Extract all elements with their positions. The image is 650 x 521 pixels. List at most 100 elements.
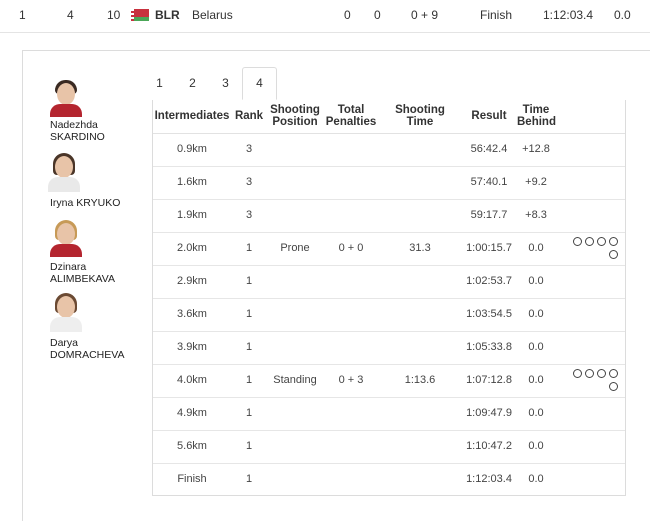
table-row: 4.0km 1 Standing 0 + 3 1:13.6 1:07:12.8 0.0 [153, 364, 625, 398]
result-cell: 1:07:12.8 [466, 374, 512, 386]
header-result: Result [471, 110, 507, 122]
status: Finish [480, 8, 513, 22]
athlete-name: Iryna KRYUKO [50, 197, 121, 209]
result-cell: 1:02:53.7 [466, 275, 512, 287]
header-rank: Rank [234, 110, 264, 122]
athlete-photo [48, 77, 84, 117]
time-behind-cell: 0.0 [528, 440, 544, 452]
team-summary-row[interactable]: 1 4 10 BLR Belarus 0 0 0 + 9 Finish 1:12… [0, 0, 650, 33]
shot-target-icon [609, 237, 618, 246]
intermediate-cell: 3.9km [177, 341, 207, 353]
tab-1[interactable]: 1 [143, 68, 176, 98]
intermediate-cell: Finish [177, 473, 207, 485]
shot-target-icon [585, 237, 594, 246]
shooting-time-cell: 31.3 [409, 242, 431, 254]
shot-target-icon [573, 369, 582, 378]
time-behind-cell: 0.0 [528, 341, 544, 353]
shot-targets [573, 237, 621, 261]
total-penalties-cell: 0 + 0 [338, 242, 364, 254]
tab-3[interactable]: 3 [209, 68, 242, 98]
shot-target-icon [597, 369, 606, 378]
shooting-position-cell: Prone [280, 242, 310, 254]
table-row: 5.6km 1 1:10:47.2 0.0 [153, 430, 625, 464]
table-row: 0.9km 3 56:42.4 +12.8 [153, 133, 625, 167]
shot-target-icon [609, 382, 618, 391]
rank-cell: 1 [245, 275, 253, 287]
result-cell: 56:42.4 [470, 143, 508, 155]
shooting-time-cell: 1:13.6 [404, 374, 436, 386]
total-time: 1:12:03.4 [543, 8, 594, 22]
athlete-photo [48, 217, 84, 257]
athlete-name: Darya DOMRACHEVA [50, 337, 125, 361]
header-shooting-time: Shooting Time [395, 104, 445, 128]
header-time-behind: Time Behind [517, 104, 556, 128]
intermediate-cell: 3.6km [177, 308, 207, 320]
intermediates-table: Intermediates Rank Shooting Position Tot… [152, 100, 626, 496]
time-behind: 0.0 [614, 8, 631, 22]
team-number: 10 [107, 8, 121, 22]
result-cell: 1:00:15.7 [466, 242, 512, 254]
intermediate-cell: 1.9km [177, 209, 207, 221]
shot-target-icon [585, 369, 594, 378]
athlete-photo [48, 290, 84, 332]
tab-2[interactable]: 2 [176, 68, 209, 98]
table-row: 4.9km 1 1:09:47.9 0.0 [153, 397, 625, 431]
time-behind-cell: +9.2 [525, 176, 547, 188]
shot-target-icon [573, 237, 582, 246]
team-bib: 4 [67, 8, 74, 22]
rank-cell: 3 [245, 143, 253, 155]
result-cell: 59:17.7 [470, 209, 508, 221]
rank-cell: 3 [245, 209, 253, 221]
intermediate-cell: 4.0km [177, 374, 207, 386]
time-behind-cell: 0.0 [528, 374, 544, 386]
intermediate-cell: 4.9km [177, 407, 207, 419]
header-intermediates: Intermediates [154, 110, 230, 122]
penalty-value-b: 0 [374, 8, 381, 22]
table-row: 1.9km 3 59:17.7 +8.3 [153, 199, 625, 233]
shooting-total: 0 + 9 [411, 8, 439, 22]
rank-cell: 1 [245, 407, 253, 419]
country-name: Belarus [192, 8, 233, 22]
time-behind-cell: 0.0 [528, 308, 544, 320]
table-row: Finish 1 1:12:03.4 0.0 [153, 463, 625, 496]
time-behind-cell: 0.0 [528, 242, 544, 254]
result-cell: 57:40.1 [470, 176, 508, 188]
shot-target-icon [609, 250, 618, 259]
tab-4[interactable]: 4 [242, 67, 277, 100]
total-penalties-cell: 0 + 3 [338, 374, 364, 386]
header-total-penalties: Total Penalties [325, 104, 377, 128]
intermediate-cell: 0.9km [177, 143, 207, 155]
result-cell: 1:05:33.8 [466, 341, 512, 353]
result-cell: 1:12:03.4 [466, 473, 512, 485]
shot-targets [573, 369, 621, 393]
shot-target-icon [609, 369, 618, 378]
result-cell: 1:10:47.2 [466, 440, 512, 452]
intermediate-cell: 2.0km [177, 242, 207, 254]
flag-icon-belarus [131, 9, 149, 21]
rank-cell: 3 [245, 176, 253, 188]
rank-cell: 1 [245, 473, 253, 485]
athlete-name: Dzinara ALIMBEKAVA [50, 261, 115, 285]
shooting-position-cell: Standing [273, 374, 317, 386]
table-row: 2.0km 1 Prone 0 + 0 31.3 1:00:15.7 0.0 [153, 232, 625, 266]
athlete-name: Nadezhda SKARDINO [50, 119, 105, 143]
time-behind-cell: 0.0 [528, 275, 544, 287]
shot-target-icon [597, 237, 606, 246]
rank-cell: 1 [245, 308, 253, 320]
header-shooting-position: Shooting Position [270, 104, 320, 128]
time-behind-cell: 0.0 [528, 473, 544, 485]
table-row: 2.9km 1 1:02:53.7 0.0 [153, 265, 625, 299]
rank-cell: 1 [245, 242, 253, 254]
rank-cell: 1 [245, 374, 253, 386]
result-cell: 1:03:54.5 [466, 308, 512, 320]
time-behind-cell: +8.3 [525, 209, 547, 221]
team-rank: 1 [19, 8, 26, 22]
table-row: 1.6km 3 57:40.1 +9.2 [153, 166, 625, 200]
noc-code: BLR [155, 8, 180, 22]
penalty-value-a: 0 [344, 8, 351, 22]
rank-cell: 1 [245, 341, 253, 353]
rank-cell: 1 [245, 440, 253, 452]
table-row: 3.9km 1 1:05:33.8 0.0 [153, 331, 625, 365]
result-cell: 1:09:47.9 [466, 407, 512, 419]
intermediate-cell: 2.9km [177, 275, 207, 287]
